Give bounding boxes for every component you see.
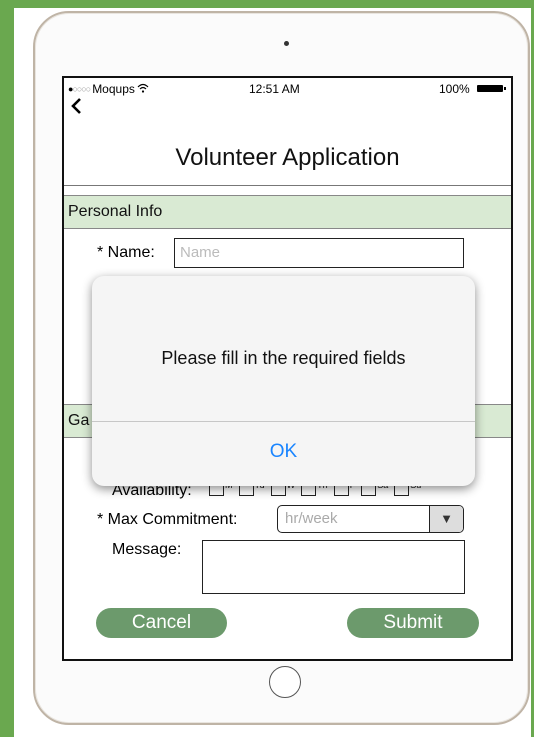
frame-green-top: [0, 0, 534, 8]
device-screen: ●○○○○ Moqups 12:51 AM 100% Volunteer App…: [62, 76, 513, 661]
camera-icon: [284, 41, 289, 46]
alert-ok-button[interactable]: OK: [92, 422, 475, 486]
frame-green-strip: [0, 0, 14, 737]
alert-message: Please fill in the required fields: [161, 348, 406, 368]
home-button[interactable]: [269, 666, 301, 698]
alert-dialog: Please fill in the required fields OK: [92, 276, 475, 486]
alert-overlay: Please fill in the required fields OK: [64, 78, 511, 659]
